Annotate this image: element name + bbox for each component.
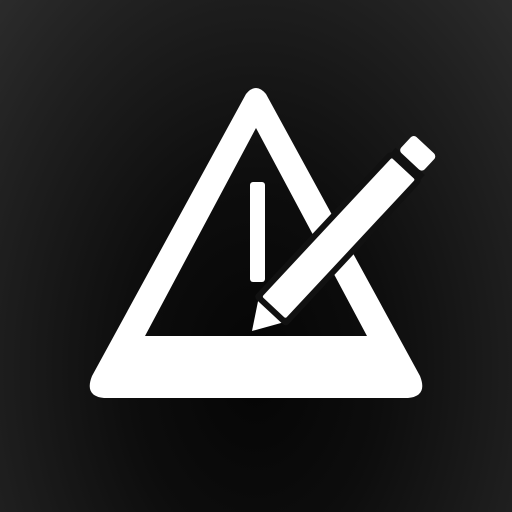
pencil-icon — [252, 135, 436, 331]
app-icon — [0, 0, 512, 512]
metronome-pencil-icon — [89, 88, 436, 398]
metronome-icon — [89, 88, 423, 398]
metronome-pendulum-icon — [250, 182, 265, 282]
